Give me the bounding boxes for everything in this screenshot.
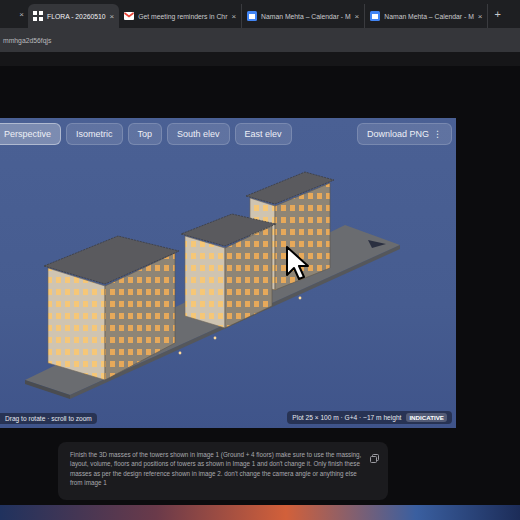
- tab-label[interactable]: Naman Mehta – Calendar - M: [261, 13, 351, 20]
- browser-tab[interactable]: Naman Mehta – Calendar - M ×: [242, 4, 365, 28]
- prompt-row: Finish the 3D masses of the towers shown…: [0, 442, 520, 500]
- tab-close[interactable]: ×: [110, 12, 115, 21]
- download-button[interactable]: Download PNG ⋮: [357, 123, 452, 145]
- hint-label: Drag to rotate · scroll to zoom: [0, 413, 97, 424]
- gmail-icon: [124, 11, 134, 21]
- menu-icon[interactable]: ⋮: [433, 129, 442, 139]
- tab-label[interactable]: Naman Mehta – Calendar - M: [384, 13, 474, 20]
- tab-bar: ×FLORA - 20260510×Get meeting reminders …: [0, 0, 520, 28]
- viewer-canvas[interactable]: PerspectiveIsometricTopSouth elevEast el…: [0, 118, 456, 428]
- desktop-wallpaper: [0, 505, 520, 520]
- gmail-glyph: [124, 11, 134, 21]
- download-label[interactable]: Download PNG: [367, 129, 429, 139]
- plot-info: Plot 25 × 100 m · G+4 · ~17 m height INDI…: [287, 411, 452, 424]
- tab-close[interactable]: ×: [19, 10, 24, 19]
- spacer: [0, 428, 520, 442]
- view-button[interactable]: Top: [128, 123, 163, 145]
- view-button[interactable]: South elev: [167, 123, 230, 145]
- tab-close[interactable]: ×: [231, 12, 236, 21]
- new-tab-button[interactable]: +: [488, 8, 506, 20]
- mouse-cursor-icon: [285, 245, 309, 285]
- app-header: [0, 52, 520, 118]
- plot-text: Plot 25 × 100 m · G+4 · ~17 m height: [292, 414, 401, 421]
- view-button[interactable]: East elev: [235, 123, 292, 145]
- copy-glyph-icon: [370, 454, 379, 463]
- view-button[interactable]: Perspective: [0, 123, 61, 145]
- prompt-text: Finish the 3D masses of the towers shown…: [70, 450, 364, 488]
- tab-close[interactable]: ×: [478, 12, 483, 21]
- browser-tab[interactable]: Get meeting reminders in Chr ×: [119, 4, 242, 28]
- calendar-glyph: [247, 11, 257, 21]
- calendar-icon: [247, 11, 257, 21]
- view-toolbar: PerspectiveIsometricTopSouth elevEast el…: [0, 123, 452, 145]
- copy-icon[interactable]: [370, 454, 379, 465]
- browser-tab[interactable]: Naman Mehta – Calendar - M ×: [365, 4, 488, 28]
- view-button[interactable]: Isometric: [66, 123, 123, 145]
- browser-tab[interactable]: FLORA - 20260510 ×: [28, 4, 119, 28]
- tab-close[interactable]: ×: [355, 12, 360, 21]
- calendar-icon: [370, 11, 380, 21]
- flora-glyph: [33, 11, 43, 21]
- address-bar[interactable]: mmhga2d56fqjs: [0, 28, 520, 52]
- calendar-glyph: [370, 11, 380, 21]
- building-render: [0, 118, 456, 428]
- tab-label[interactable]: FLORA - 20260510: [47, 13, 106, 20]
- tab-label[interactable]: Get meeting reminders in Chr: [138, 13, 227, 20]
- flora-icon: [33, 11, 43, 21]
- prompt-message: Finish the 3D masses of the towers shown…: [58, 442, 388, 500]
- url-text[interactable]: mmhga2d56fqjs: [3, 37, 51, 44]
- cursor-arrow-icon: [285, 245, 309, 281]
- partial-tab[interactable]: ×: [0, 10, 28, 19]
- indicative-badge: INDICATIVE: [406, 413, 447, 422]
